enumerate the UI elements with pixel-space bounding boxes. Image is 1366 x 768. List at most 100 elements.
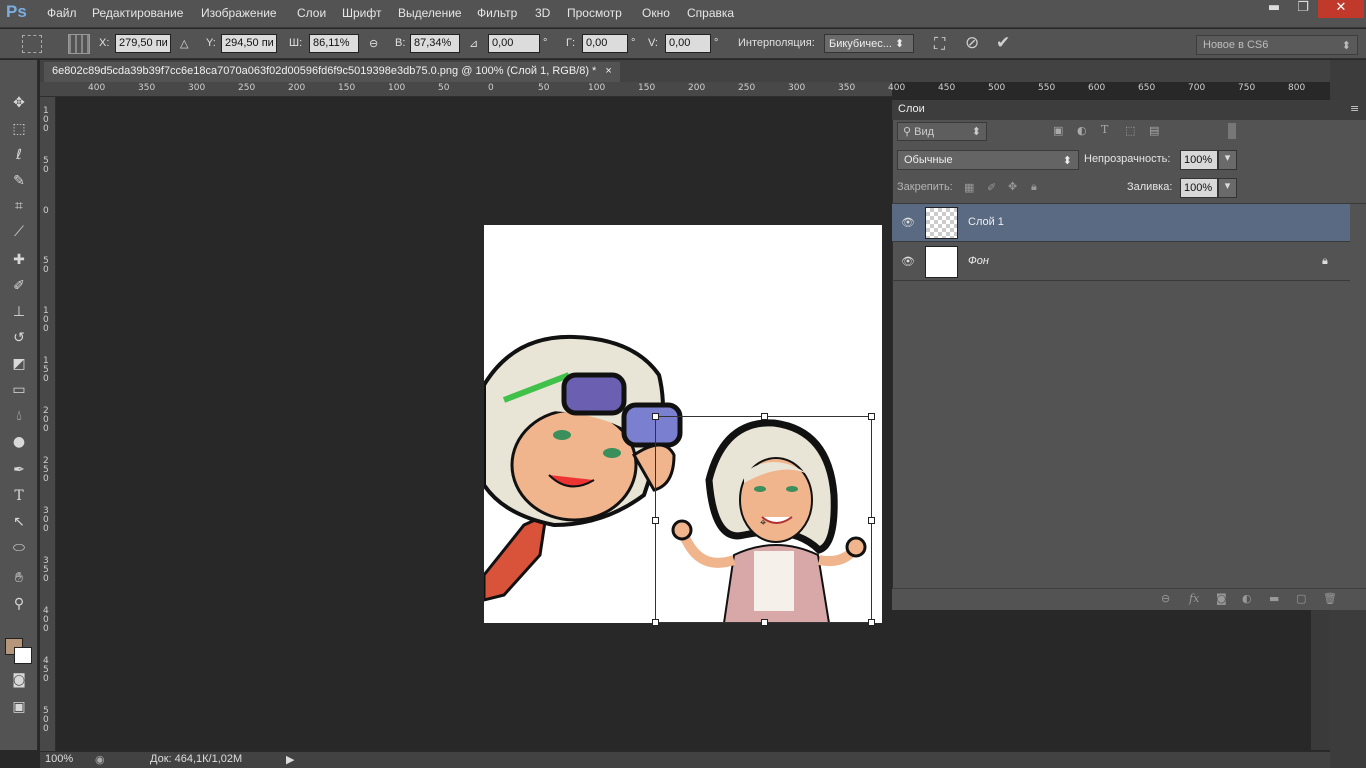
status-info-icon[interactable]: ◉: [95, 753, 105, 766]
filter-type-icon[interactable]: T: [1101, 123, 1108, 136]
menu-image[interactable]: Изображение: [201, 6, 277, 20]
eraser-tool-icon[interactable]: ◩: [7, 353, 31, 375]
handle-middle-left[interactable]: [652, 517, 659, 524]
handle-middle-right[interactable]: [868, 517, 875, 524]
visibility-eye-icon[interactable]: 👁︎: [901, 216, 915, 229]
fill-dropdown-icon[interactable]: ▾: [1218, 178, 1237, 198]
link-icon[interactable]: ⊖: [369, 37, 378, 50]
y-input[interactable]: 294,50 пи: [221, 34, 277, 53]
close-button[interactable]: ✕: [1318, 0, 1364, 18]
fill-input[interactable]: 100%: [1180, 178, 1218, 198]
warp-icon[interactable]: ⛶: [934, 34, 945, 54]
layer-name[interactable]: Слой 1: [968, 216, 1004, 228]
commit-transform-icon[interactable]: ✔: [996, 33, 1010, 53]
ellipse-tool-icon[interactable]: ⬭: [7, 537, 31, 559]
lasso-tool-icon[interactable]: ℓ: [7, 144, 31, 166]
reference-point-icon[interactable]: [68, 34, 90, 54]
minimize-button[interactable]: ▬: [1259, 0, 1289, 18]
filter-pixel-icon[interactable]: ▣: [1053, 124, 1063, 137]
zoom-tool-icon[interactable]: ⚲: [7, 593, 31, 615]
interpolation-select[interactable]: Бикубичес... ⬍: [824, 34, 914, 53]
marquee-tool-icon[interactable]: ⬚: [7, 118, 31, 140]
hskew-input[interactable]: 0,00: [582, 34, 628, 53]
layer-row-background[interactable]: 👁︎ Фон 🔒︎: [892, 243, 1350, 281]
adjustment-layer-icon[interactable]: ◐: [1242, 592, 1252, 605]
zoom-level[interactable]: 100%: [45, 753, 73, 765]
layer-filter-select[interactable]: ⚲ Вид ⬍: [897, 122, 987, 141]
opacity-input[interactable]: 100%: [1180, 150, 1218, 170]
crop-tool-icon[interactable]: ⌗: [7, 195, 31, 217]
hand-tool-icon[interactable]: ✋︎: [7, 567, 31, 589]
handle-top-center[interactable]: [761, 413, 768, 420]
quick-select-tool-icon[interactable]: ✎: [7, 170, 31, 192]
handle-bottom-right[interactable]: [868, 619, 875, 626]
visibility-eye-icon[interactable]: 👁︎: [901, 255, 915, 268]
canvas-vertical-scrollbar[interactable]: [1311, 610, 1330, 750]
gradient-tool-icon[interactable]: ▭: [7, 379, 31, 401]
new-group-icon[interactable]: ▬: [1269, 592, 1279, 605]
new-layer-icon[interactable]: ▢: [1296, 592, 1306, 605]
pen-tool-icon[interactable]: ✒: [7, 459, 31, 481]
tab-close-icon[interactable]: ×: [605, 65, 611, 77]
clone-stamp-icon[interactable]: ⊥: [7, 301, 31, 323]
handle-top-left[interactable]: [652, 413, 659, 420]
delta-icon[interactable]: △: [180, 37, 188, 50]
layer-name[interactable]: Фон: [968, 255, 989, 267]
restore-button[interactable]: ❐: [1288, 0, 1318, 18]
status-menu-icon[interactable]: ▶: [286, 753, 294, 766]
filter-toggle[interactable]: [1228, 123, 1236, 139]
background-color-swatch[interactable]: [14, 647, 32, 664]
transform-bounding-box[interactable]: ⌖: [652, 413, 875, 626]
add-mask-icon[interactable]: ◙: [1216, 592, 1227, 605]
menu-filter[interactable]: Фильтр: [477, 6, 517, 20]
eyedropper-tool-icon[interactable]: ⟋: [7, 221, 31, 243]
reference-point-icon[interactable]: ⌖: [760, 516, 766, 530]
lock-all-icon[interactable]: 🔒︎: [1031, 180, 1037, 194]
blend-mode-select[interactable]: Обычные ⬍: [897, 150, 1079, 170]
lock-pixels-icon[interactable]: ✐: [987, 181, 996, 194]
lock-transparency-icon[interactable]: ▦: [964, 181, 974, 194]
width-input[interactable]: 86,11%: [309, 34, 359, 53]
history-brush-icon[interactable]: ↺: [7, 327, 31, 349]
menu-3d[interactable]: 3D: [535, 6, 550, 20]
cancel-transform-icon[interactable]: ⊘: [965, 33, 979, 53]
handle-bottom-center[interactable]: [761, 619, 768, 626]
filter-shape-icon[interactable]: ⬚: [1125, 124, 1135, 137]
brush-tool-icon[interactable]: ✐: [7, 275, 31, 297]
menu-file[interactable]: Файл: [47, 6, 77, 20]
opacity-dropdown-icon[interactable]: ▾: [1218, 150, 1237, 170]
healing-brush-icon[interactable]: ✚: [7, 249, 31, 271]
filter-adjustment-icon[interactable]: ◐: [1077, 124, 1087, 137]
blur-tool-icon[interactable]: 💧︎: [7, 405, 31, 427]
path-select-icon[interactable]: ↖: [7, 511, 31, 533]
screen-mode-icon[interactable]: ▣: [7, 696, 31, 718]
handle-bottom-left[interactable]: [652, 619, 659, 626]
workspace-select[interactable]: Новое в CS6 ⬍: [1196, 35, 1358, 55]
menu-select[interactable]: Выделение: [398, 6, 462, 20]
layer-row-layer1[interactable]: 👁︎ Слой 1: [892, 204, 1350, 242]
filter-smart-object-icon[interactable]: ▤: [1149, 124, 1159, 137]
height-input[interactable]: 87,34%: [410, 34, 460, 53]
layer-style-icon[interactable]: fx: [1189, 592, 1199, 605]
menu-type[interactable]: Шрифт: [342, 6, 381, 20]
quick-mask-icon[interactable]: ◙: [7, 669, 31, 691]
type-tool-icon[interactable]: T: [7, 485, 31, 507]
dodge-tool-icon[interactable]: ●: [7, 431, 31, 453]
angle-input[interactable]: 0,00: [488, 34, 540, 53]
menu-layers[interactable]: Слои: [297, 6, 326, 20]
menu-view[interactable]: Просмотр: [567, 6, 622, 20]
delete-layer-icon[interactable]: 🗑︎: [1323, 592, 1337, 605]
link-layers-icon[interactable]: ⊖: [1161, 592, 1170, 605]
menu-edit[interactable]: Редактирование: [92, 6, 183, 20]
menu-window[interactable]: Окно: [642, 6, 670, 20]
move-tool-icon[interactable]: ✥: [7, 92, 31, 114]
transform-tool-icon[interactable]: [22, 35, 42, 53]
vskew-input[interactable]: 0,00: [665, 34, 711, 53]
document-tab[interactable]: 6e802c89d5cda39b39f7cc6e18ca7070a063f02d…: [44, 62, 620, 82]
handle-top-right[interactable]: [868, 413, 875, 420]
menu-help[interactable]: Справка: [687, 6, 734, 20]
panel-menu-icon[interactable]: ≡: [1350, 102, 1359, 115]
x-input[interactable]: 279,50 пи: [115, 34, 171, 53]
layers-panel-title[interactable]: Слои: [898, 103, 925, 115]
lock-position-icon[interactable]: ✥: [1008, 180, 1017, 193]
